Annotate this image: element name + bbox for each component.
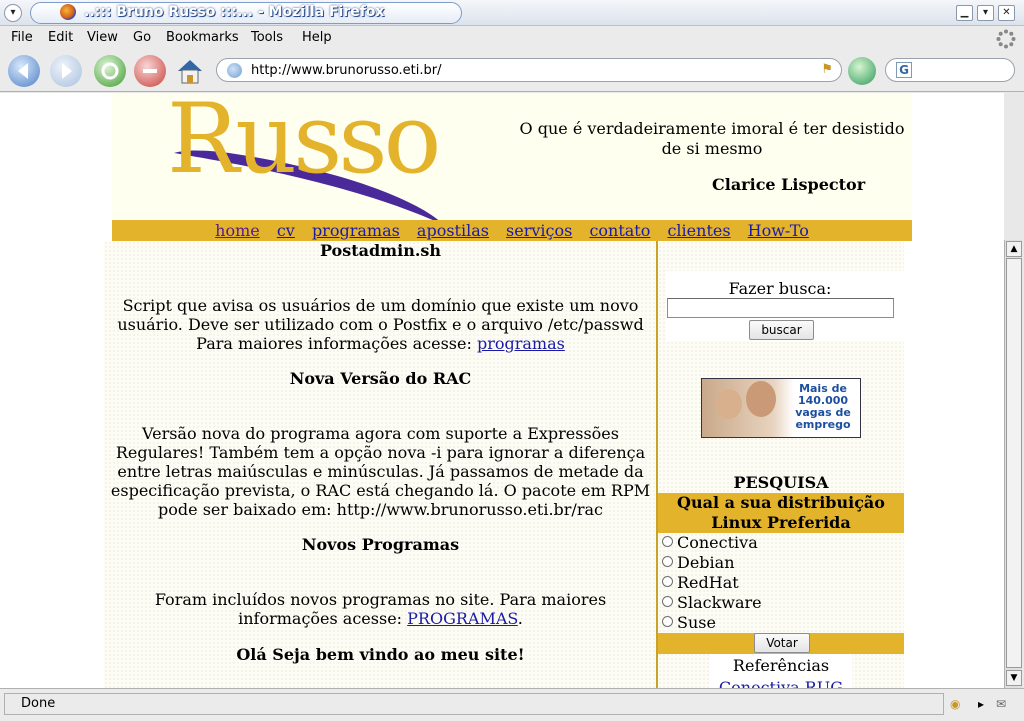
site-search-input[interactable] bbox=[667, 298, 894, 318]
radio-button[interactable] bbox=[662, 536, 673, 547]
back-icon[interactable] bbox=[8, 55, 40, 87]
nav-apostilas[interactable]: apostilas bbox=[417, 221, 489, 240]
firefox-icon bbox=[60, 4, 76, 20]
poll-option-label: Suse bbox=[677, 613, 716, 632]
news-body: Script que avisa os usuários de um domín… bbox=[104, 296, 657, 353]
radio-button[interactable] bbox=[662, 596, 673, 607]
scroll-down-icon[interactable]: ▼ bbox=[1006, 670, 1022, 686]
scroll-thumb[interactable] bbox=[1006, 258, 1022, 668]
nav-home[interactable]: home bbox=[215, 221, 260, 240]
quote-text: O que é verdadeiramente imoral é ter des… bbox=[519, 119, 905, 158]
radio-button[interactable] bbox=[662, 576, 673, 587]
status-text: Done bbox=[4, 693, 944, 715]
job-ad-banner[interactable]: Mais de 140.000 vagas de emprego bbox=[701, 378, 861, 438]
references-label: Referências bbox=[732, 656, 830, 675]
page-viewport: Russo O que é verdadeiramente imoral é t… bbox=[0, 93, 1004, 688]
quote-author: Clarice Lispector bbox=[712, 175, 866, 194]
site-icon bbox=[227, 63, 242, 78]
go-icon[interactable] bbox=[848, 57, 876, 85]
window-menu-button[interactable]: ▾ bbox=[4, 4, 22, 22]
address-bar[interactable]: http://www.brunorusso.eti.br/ ⚑ bbox=[216, 58, 842, 82]
radio-button[interactable] bbox=[662, 556, 673, 567]
reference-link[interactable]: Conectiva RUG bbox=[710, 678, 852, 688]
status-bar: Done ◉ ▸ ✉ bbox=[0, 688, 1024, 721]
news-text: Foram incluídos novos programas no site.… bbox=[154, 590, 607, 628]
site-banner: Russo O que é verdadeiramente imoral é t… bbox=[112, 93, 912, 225]
news-text: Versão nova do programa agora com suport… bbox=[110, 424, 651, 519]
news-text-suffix: . bbox=[517, 609, 523, 628]
minimize-button[interactable]: ▁ bbox=[956, 5, 973, 21]
forward-icon[interactable] bbox=[50, 55, 82, 87]
window-titlebar: ▾ ..::: Bruno Russo :::... - Mozilla Fir… bbox=[0, 0, 1024, 26]
radio-button[interactable] bbox=[662, 616, 673, 627]
news-column: Postadmin.sh Script que avisa os usuário… bbox=[104, 241, 657, 688]
menu-tools[interactable]: Tools bbox=[251, 30, 283, 45]
search-engine-icon[interactable]: G bbox=[896, 62, 912, 78]
news-body: Foram incluídos novos programas no site.… bbox=[104, 590, 657, 628]
poll-option[interactable]: Slackware bbox=[662, 593, 762, 612]
window-title: ..::: Bruno Russo :::... - Mozilla Firef… bbox=[84, 4, 385, 20]
nav-contato[interactable]: contato bbox=[589, 221, 650, 240]
news-title: Novos Programas bbox=[301, 535, 460, 554]
news-body: Versão nova do programa agora com suport… bbox=[104, 424, 657, 519]
url-text[interactable]: http://www.brunorusso.eti.br/ bbox=[251, 63, 442, 78]
news-title: Nova Versão do RAC bbox=[289, 369, 472, 388]
news-link-programas-upper[interactable]: PROGRAMAS bbox=[407, 609, 518, 628]
throbber-icon bbox=[996, 29, 1016, 49]
poll-option-label: Debian bbox=[677, 553, 735, 572]
search-bar[interactable]: G bbox=[885, 58, 1015, 82]
nav-programas[interactable]: programas bbox=[312, 221, 400, 240]
vertical-scrollbar[interactable]: ▲ ▼ bbox=[1004, 240, 1022, 688]
ad-text: Mais de 140.000 vagas de emprego bbox=[795, 382, 851, 431]
menu-view[interactable]: View bbox=[87, 30, 118, 45]
ad-person-image bbox=[746, 381, 776, 417]
search-button[interactable]: buscar bbox=[749, 320, 814, 340]
nav-servicos[interactable]: serviços bbox=[506, 221, 572, 240]
poll-option[interactable]: Suse bbox=[662, 613, 716, 632]
close-button[interactable]: ✕ bbox=[998, 5, 1015, 21]
nav-cv[interactable]: cv bbox=[277, 221, 295, 240]
nav-clientes[interactable]: clientes bbox=[667, 221, 730, 240]
menu-bookmarks[interactable]: Bookmarks bbox=[166, 30, 239, 45]
menu-go[interactable]: Go bbox=[133, 30, 151, 45]
site-logo[interactable]: Russo bbox=[167, 93, 441, 187]
maximize-button[interactable]: ▾ bbox=[977, 5, 994, 21]
poll-option[interactable]: RedHat bbox=[662, 573, 739, 592]
menu-file[interactable]: File bbox=[11, 30, 33, 45]
feed-status-icon[interactable]: ◉ bbox=[950, 697, 960, 711]
poll-option[interactable]: Debian bbox=[662, 553, 735, 572]
nav-how-to[interactable]: How-To bbox=[748, 221, 809, 240]
poll-option-label: Slackware bbox=[677, 593, 762, 612]
stop-icon[interactable] bbox=[134, 55, 166, 87]
vote-button[interactable]: Votar bbox=[754, 633, 810, 653]
mail-status-icon[interactable]: ✉ bbox=[996, 697, 1006, 711]
feed-icon[interactable]: ⚑ bbox=[821, 62, 833, 77]
news-link-programas[interactable]: programas bbox=[477, 334, 565, 353]
poll-option-label: RedHat bbox=[677, 573, 739, 592]
poll-question: Qual a sua distribuição Linux Preferida bbox=[658, 493, 904, 533]
menu-help[interactable]: Help bbox=[302, 30, 332, 45]
menu-edit[interactable]: Edit bbox=[48, 30, 73, 45]
poll-option[interactable]: Conectiva bbox=[662, 533, 758, 552]
news-title: Postadmin.sh bbox=[319, 241, 442, 260]
poll-option-label: Conectiva bbox=[677, 533, 758, 552]
welcome-text: Olá Seja bem vindo ao meu site! bbox=[236, 645, 525, 664]
poll-heading: PESQUISA bbox=[733, 473, 829, 492]
site-nav: home cv programas apostilas serviços con… bbox=[112, 220, 912, 241]
search-label: Fazer busca: bbox=[728, 279, 832, 298]
reload-icon[interactable] bbox=[94, 55, 126, 87]
home-icon[interactable] bbox=[174, 55, 206, 87]
scroll-up-icon[interactable]: ▲ bbox=[1006, 241, 1022, 257]
menu-bar: File Edit View Go Bookmarks Tools Help bbox=[0, 26, 1024, 50]
ad-person-image bbox=[716, 389, 742, 419]
arrow-status-icon[interactable]: ▸ bbox=[978, 697, 984, 711]
